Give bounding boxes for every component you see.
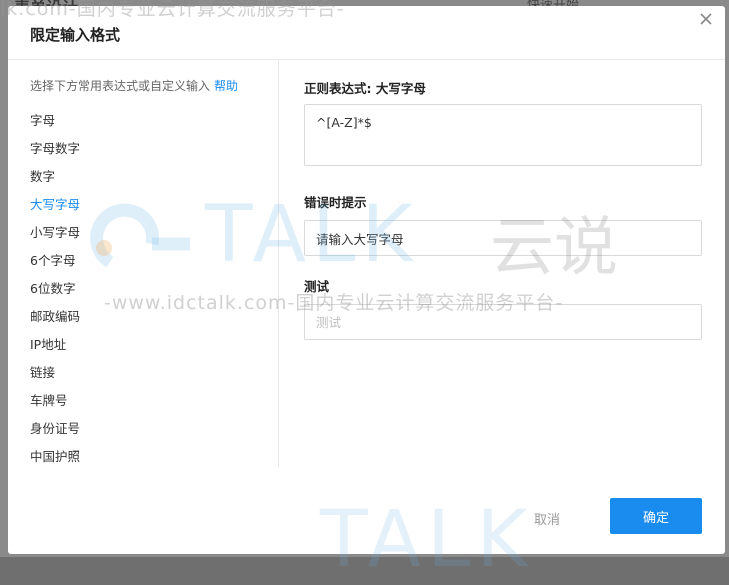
preset-list: 字母 字母数字 数字 大写字母 小写字母 6个字母 6位数字 邮政编码 IP地址 链接 车牌号 身份证… [30,107,80,471]
dialog-header: 限定输入格式 [8,6,725,60]
preset-item[interactable]: 中国护照 [30,443,80,471]
input-format-dialog: 限定输入格式 选择下方常用表达式或自定义输入 帮助 字母 字母数字 数字 大写字母 小写字… [8,6,725,554]
preset-hint: 选择下方常用表达式或自定义输入 帮助 [30,77,238,94]
preset-item[interactable]: 字母数字 [30,135,80,163]
preset-item[interactable]: 邮政编码 [30,303,80,331]
ok-button[interactable]: 确定 [610,498,702,534]
error-hint-input[interactable] [304,220,702,256]
preset-item[interactable]: 大写字母 [30,191,80,219]
cancel-button[interactable]: 取消 [534,509,560,528]
preset-item[interactable]: 字母 [30,107,80,135]
close-icon[interactable] [695,8,717,30]
preset-item[interactable]: 身份证号 [30,415,80,443]
preset-pane: 选择下方常用表达式或自定义输入 帮助 字母 字母数字 数字 大写字母 小写字母 6个字母 6位… [8,60,279,467]
error-hint-label: 错误时提示 [304,195,367,210]
regex-input[interactable] [304,104,702,166]
preset-item[interactable]: 6位数字 [30,275,80,303]
preset-item[interactable]: 车牌号 [30,387,80,415]
test-label: 测试 [304,279,330,294]
preset-item[interactable]: 数字 [30,163,80,191]
test-input[interactable] [304,304,702,340]
preset-item[interactable]: 6个字母 [30,247,80,275]
regex-label: 正则表达式: 大写字母 [304,81,426,96]
help-link[interactable]: 帮助 [214,79,238,93]
preset-item[interactable]: IP地址 [30,331,80,359]
preset-item[interactable]: 链接 [30,359,80,387]
preset-item[interactable]: 小写字母 [30,219,80,247]
preset-hint-text: 选择下方常用表达式或自定义输入 [30,79,211,93]
dialog-title: 限定输入格式 [30,26,121,44]
